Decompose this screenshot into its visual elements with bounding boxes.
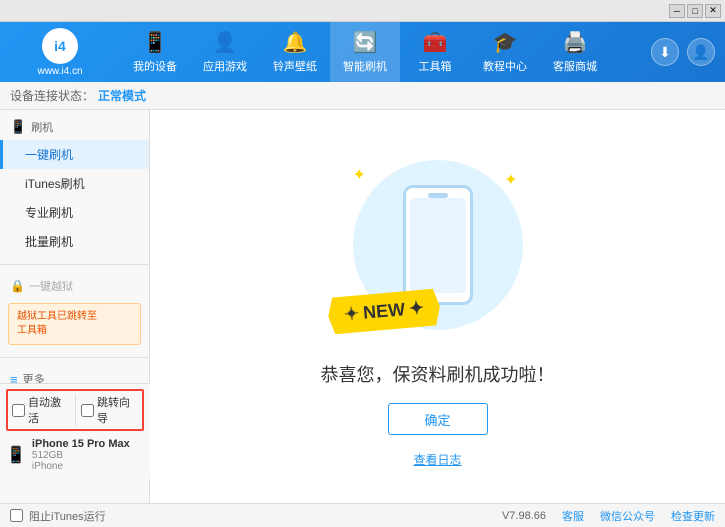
phone-notch <box>428 193 448 198</box>
auto-activate-label[interactable]: 自动激活 <box>12 394 69 426</box>
phone-body <box>403 185 473 305</box>
sidebar: 📱 刷机 一键刷机 iTunes刷机 专业刷机 批量刷机 🔒 一键越狱 <box>0 110 150 503</box>
minimize-button[interactable]: ─ <box>669 4 685 18</box>
status-label: 设备连接状态： <box>10 87 94 104</box>
nav-apps-games[interactable]: 👤 应用游戏 <box>190 22 260 82</box>
jailbreak-note: 越狱工具已跳转至工具箱 <box>8 303 141 345</box>
device-type: iPhone <box>32 461 130 472</box>
nav-ringtones[interactable]: 🔔 铃声壁纸 <box>260 22 330 82</box>
nav-smart-flash-label: 智能刷机 <box>343 58 387 74</box>
redirect-checkbox[interactable] <box>81 404 94 417</box>
nav-tutorial[interactable]: 🎓 教程中心 <box>470 22 540 82</box>
lock-icon: 🔒 <box>10 279 25 293</box>
divider-2 <box>0 357 149 358</box>
device-info: 📱 iPhone 15 Pro Max 512GB iPhone <box>6 436 144 474</box>
sidebar-item-batch-flash[interactable]: 批量刷机 <box>0 227 149 256</box>
apps-games-icon: 👤 <box>213 30 238 55</box>
jailbreak-section: 🔒 一键越狱 越狱工具已跳转至工具箱 <box>0 269 149 353</box>
customer-service-link[interactable]: 客服 <box>562 508 584 524</box>
nav-ringtones-label: 铃声壁纸 <box>273 58 317 74</box>
auto-activate-checkbox[interactable] <box>12 404 25 417</box>
flash-section: 📱 刷机 一键刷机 iTunes刷机 专业刷机 批量刷机 <box>0 110 149 260</box>
nav-service-label: 客服商城 <box>553 58 597 74</box>
wechat-link[interactable]: 微信公众号 <box>600 508 655 524</box>
footer: 阻止iTunes运行 V7.98.66 客服 微信公众号 检查更新 <box>0 503 725 527</box>
sparkle-left-icon: ✦ <box>353 165 366 185</box>
main-layout: 📱 刷机 一键刷机 iTunes刷机 专业刷机 批量刷机 🔒 一键越狱 <box>0 110 725 503</box>
nav-service[interactable]: 🖨️ 客服商城 <box>540 22 610 82</box>
nav-toolbox[interactable]: 🧰 工具箱 <box>400 22 470 82</box>
jailbreak-section-header: 🔒 一键越狱 <box>0 273 149 299</box>
nav-bar: 📱 我的设备 👤 应用游戏 🔔 铃声壁纸 🔄 智能刷机 🧰 工具箱 🎓 教程中心… <box>120 22 651 82</box>
footer-right: V7.98.66 客服 微信公众号 检查更新 <box>502 508 715 524</box>
logo-icon: i4 <box>42 28 78 64</box>
user-button[interactable]: 👤 <box>687 38 715 66</box>
ringtones-icon: 🔔 <box>283 30 308 55</box>
confirm-button[interactable]: 确定 <box>388 403 488 435</box>
check-update-link[interactable]: 检查更新 <box>671 508 715 524</box>
download-button[interactable]: ⬇ <box>651 38 679 66</box>
block-itunes-label: 阻止iTunes运行 <box>29 508 106 524</box>
divider-1 <box>0 264 149 265</box>
service-icon: 🖨️ <box>563 30 588 55</box>
logo-subtitle: www.i4.cn <box>37 66 82 77</box>
titlebar: ─ □ ✕ <box>0 0 725 22</box>
footer-left: 阻止iTunes运行 <box>10 508 106 524</box>
smart-flash-icon: 🔄 <box>353 30 378 55</box>
jailbreak-label: 一键越狱 <box>29 278 73 294</box>
logo-area: i4 www.i4.cn <box>0 28 120 77</box>
flash-section-icon: 📱 <box>10 119 26 135</box>
toolbox-icon: 🧰 <box>423 30 448 55</box>
checkbox-row: 自动激活 跳转向导 <box>6 389 144 431</box>
success-text: 恭喜您，保资料刷机成功啦！ <box>321 361 555 387</box>
itunes-flash-label: iTunes刷机 <box>25 177 85 191</box>
header-right: ⬇ 👤 <box>651 38 725 66</box>
content-area: ✦ ✦ ✦ NEW ✦ 恭喜您，保资料刷机成功啦！ 确定 查看日志 <box>150 110 725 503</box>
sidebar-item-one-key-flash[interactable]: 一键刷机 <box>0 140 149 169</box>
status-bar: 设备连接状态： 正常模式 <box>0 82 725 110</box>
my-device-icon: 📱 <box>143 30 168 55</box>
flash-section-label: 刷机 <box>31 119 53 135</box>
nav-tutorial-label: 教程中心 <box>483 58 527 74</box>
sidebar-item-pro-flash[interactable]: 专业刷机 <box>0 198 149 227</box>
phone-illustration: ✦ ✦ ✦ NEW ✦ <box>338 145 538 345</box>
sidebar-item-itunes-flash[interactable]: iTunes刷机 <box>0 169 149 198</box>
sparkle-right-icon: ✦ <box>504 170 517 190</box>
log-link[interactable]: 查看日志 <box>413 451 461 468</box>
tutorial-icon: 🎓 <box>493 30 518 55</box>
nav-my-device-label: 我的设备 <box>133 58 177 74</box>
close-button[interactable]: ✕ <box>705 4 721 18</box>
maximize-button[interactable]: □ <box>687 4 703 18</box>
flash-section-header: 📱 刷机 <box>0 114 149 140</box>
device-phone-icon: 📱 <box>6 445 26 465</box>
success-area: ✦ ✦ ✦ NEW ✦ 恭喜您，保资料刷机成功啦！ 确定 查看日志 <box>321 145 555 468</box>
device-name: iPhone 15 Pro Max <box>32 438 130 450</box>
nav-smart-flash[interactable]: 🔄 智能刷机 <box>330 22 400 82</box>
version-label: V7.98.66 <box>502 510 546 522</box>
device-details: iPhone 15 Pro Max 512GB iPhone <box>32 438 130 472</box>
nav-my-device[interactable]: 📱 我的设备 <box>120 22 190 82</box>
status-value: 正常模式 <box>98 87 146 104</box>
pro-flash-label: 专业刷机 <box>25 206 73 220</box>
batch-flash-label: 批量刷机 <box>25 235 73 249</box>
device-bottom-area: 自动激活 跳转向导 📱 iPhone 15 Pro Max 512GB iPho… <box>0 383 150 479</box>
nav-apps-games-label: 应用游戏 <box>203 58 247 74</box>
header: i4 www.i4.cn 📱 我的设备 👤 应用游戏 🔔 铃声壁纸 🔄 智能刷机… <box>0 22 725 82</box>
device-storage: 512GB <box>32 450 130 461</box>
block-itunes-checkbox[interactable] <box>10 509 23 522</box>
nav-toolbox-label: 工具箱 <box>419 58 452 74</box>
new-badge-text: NEW <box>362 299 406 324</box>
one-key-flash-label: 一键刷机 <box>25 148 73 162</box>
phone-screen <box>410 198 466 293</box>
redirect-label[interactable]: 跳转向导 <box>75 394 138 426</box>
